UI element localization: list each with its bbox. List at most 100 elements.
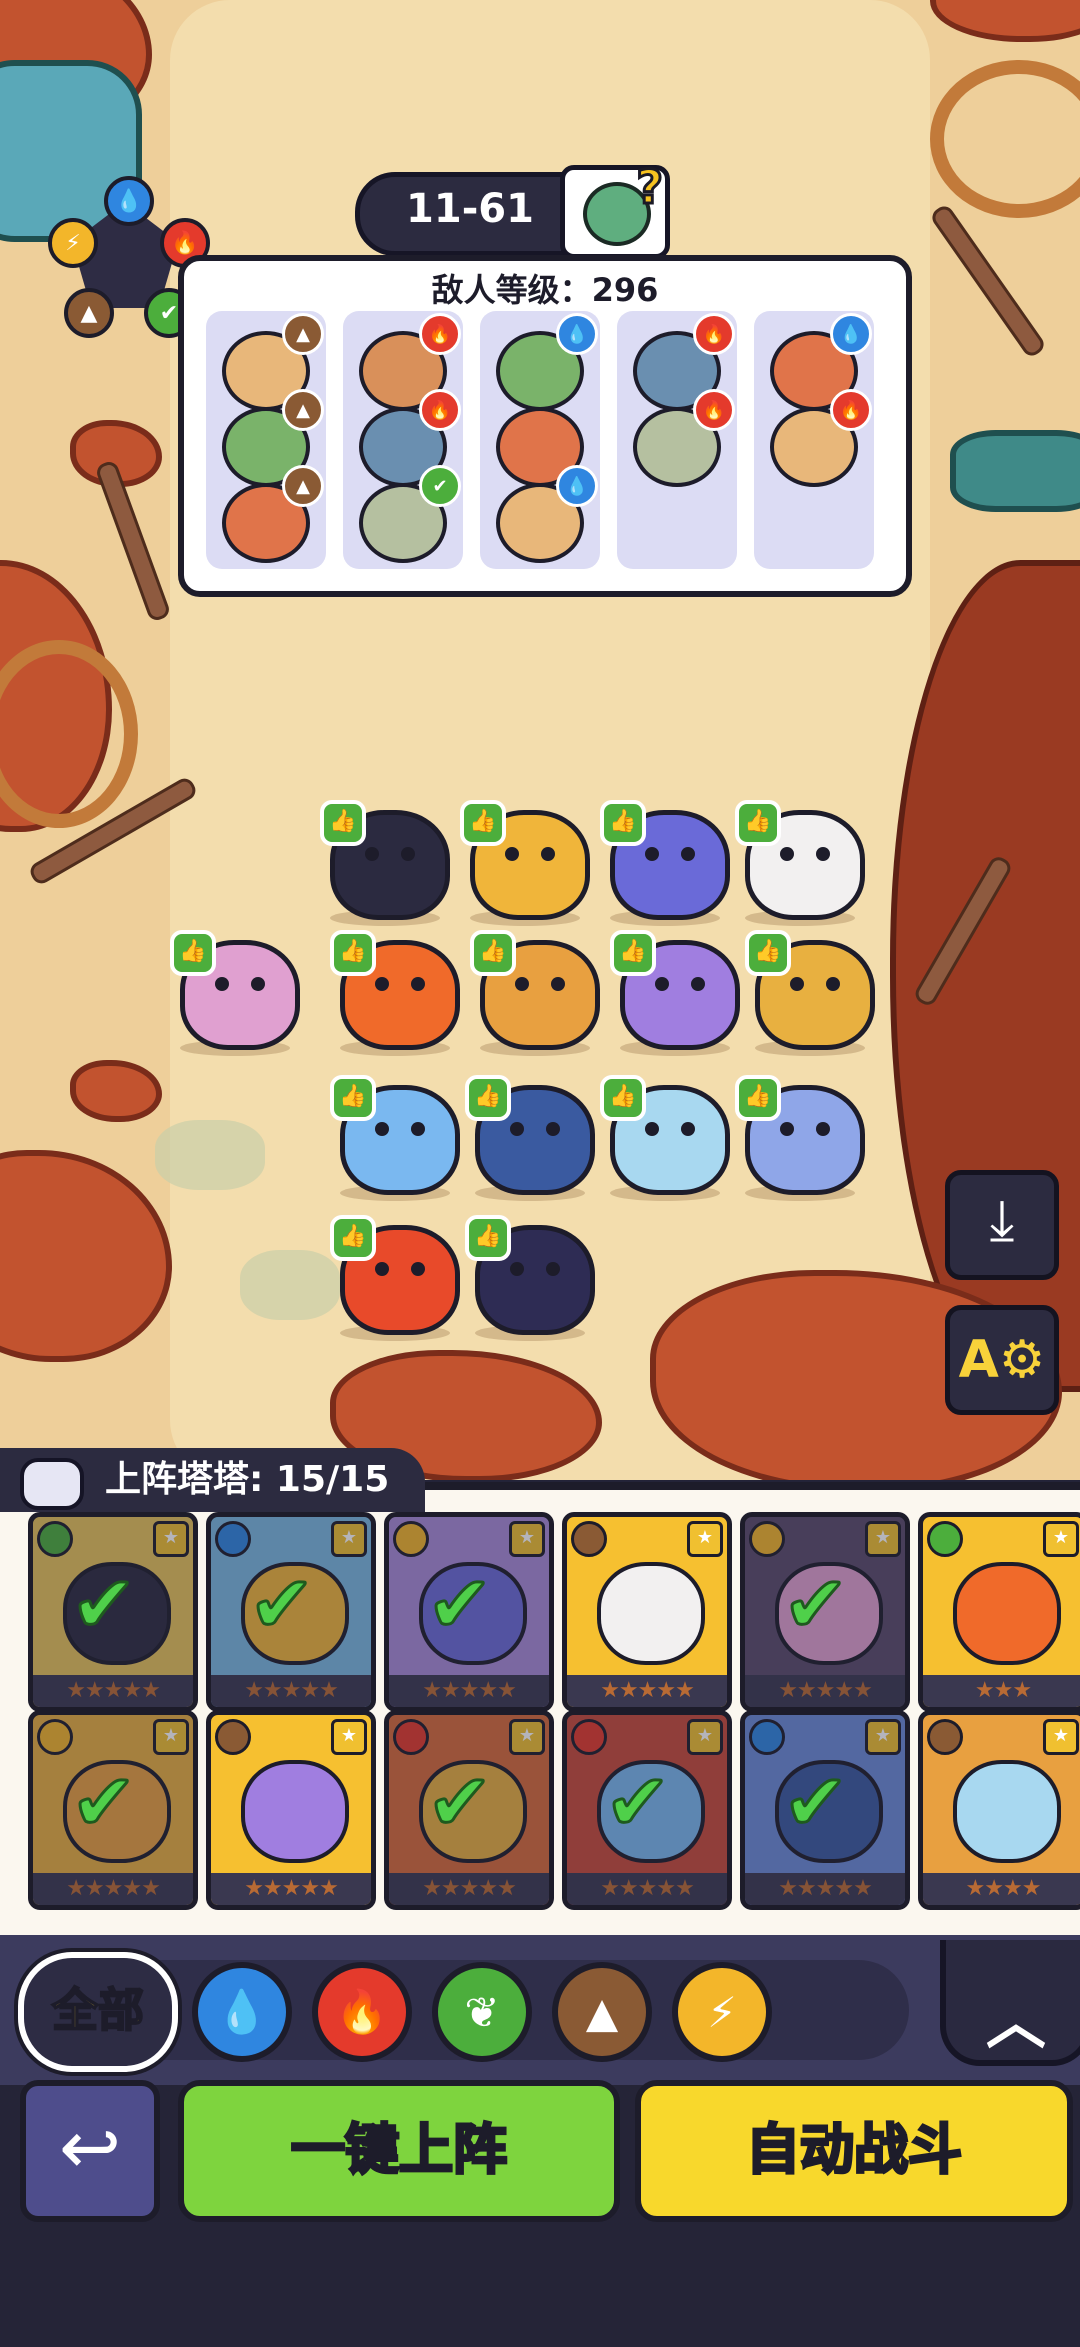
thumbs-up-icon: 👍: [320, 800, 366, 846]
star-icon: ★: [865, 1719, 901, 1755]
thumbs-up-icon: 👍: [465, 1075, 511, 1121]
thumbs-up-icon: 👍: [465, 1215, 511, 1261]
teal-rock: [950, 430, 1080, 512]
water-icon: 💧: [104, 176, 154, 226]
star-icon: ★: [687, 1521, 723, 1557]
roster-panel: ★ ★★★★★ ✔ ★ ★★★★★ ✔ ★ ★★★★★ ✔ ★ ★★★★★ ★ ★★★★★ ✔ ★ ★★★ ★ ★…: [0, 1482, 1080, 1940]
filter-water-button[interactable]: 💧: [192, 1962, 292, 2062]
hero-eye: [411, 1262, 425, 1276]
star-rating: ★★★★★: [211, 1675, 371, 1707]
earth-icon: ▲: [282, 465, 324, 507]
back-button[interactable]: ↩: [20, 2080, 160, 2222]
hero-eye: [411, 977, 425, 991]
hero-card[interactable]: ★ ★★★★★ ✔: [740, 1710, 910, 1910]
rope: [0, 640, 138, 828]
hero-eye: [645, 847, 659, 861]
earth-icon: ▲: [282, 389, 324, 431]
star-icon: ★: [865, 1521, 901, 1557]
hero-card[interactable]: ★ ★★★★★ ✔: [384, 1710, 554, 1910]
enemy-level: 敌人等级：296: [431, 271, 659, 309]
earth-icon: ▲: [585, 1987, 619, 2037]
hero-eye: [546, 1262, 560, 1276]
thumbs-up-icon: 👍: [470, 930, 516, 976]
star-icon: ★: [509, 1719, 545, 1755]
fire-icon: 🔥: [419, 313, 461, 355]
star-rating: ★★★★★: [567, 1873, 727, 1905]
hero-eye: [681, 847, 695, 861]
hero-eye: [645, 1122, 659, 1136]
cat-icon: [20, 1458, 84, 1510]
lightning-icon: ⚡: [707, 1987, 737, 2037]
hero-eye: [510, 1122, 524, 1136]
moss-stone: [155, 1120, 265, 1190]
hero-card[interactable]: ★ ★★★★★ ✔: [206, 1512, 376, 1712]
auto-gear-icon: A⚙: [958, 1330, 1046, 1390]
hero-card[interactable]: ★ ★★★★★: [206, 1710, 376, 1910]
checkmark-icon: ✔: [247, 1560, 315, 1650]
filter-lightning-button[interactable]: ⚡: [672, 1962, 772, 2062]
hero-eye: [411, 1122, 425, 1136]
checkmark-icon: ✔: [603, 1758, 671, 1848]
chevron-up-icon: ︿: [986, 1988, 1046, 2058]
leaf-icon: ❦: [464, 1987, 500, 2037]
rock: [0, 1150, 172, 1362]
hero-eye: [655, 977, 669, 991]
thumbs-up-icon: 👍: [735, 800, 781, 846]
deployed-counter: 上阵塔塔: 15/15: [105, 1459, 390, 1500]
hero-eye: [515, 977, 529, 991]
hero-eye: [375, 1262, 389, 1276]
star-rating: ★★★★★: [389, 1873, 549, 1905]
question-icon: ?: [635, 159, 665, 216]
hero-card[interactable]: ★ ★★★★★: [562, 1512, 732, 1712]
water-icon: 💧: [556, 313, 598, 355]
star-rating: ★★★: [923, 1675, 1080, 1707]
hero-eye: [505, 847, 519, 861]
earth-icon: [927, 1719, 963, 1755]
hero-portrait: [597, 1562, 705, 1665]
download-button[interactable]: ⤓: [945, 1170, 1059, 1280]
hero-card[interactable]: ★ ★★★★★ ✔: [28, 1512, 198, 1712]
hero-eye: [790, 977, 804, 991]
hero-card[interactable]: ★ ★★★: [918, 1512, 1080, 1712]
fire-icon: 🔥: [693, 313, 735, 355]
checkmark-icon: ✔: [781, 1560, 849, 1650]
hero-eye: [826, 977, 840, 991]
enemy-column: 🔥 🔥: [617, 311, 737, 569]
lightning-icon: [37, 1719, 73, 1755]
hero-card[interactable]: ★ ★★★★★ ✔: [384, 1512, 554, 1712]
enemy-column: ▲ ▲ ▲: [206, 311, 326, 569]
filter-leaf-button[interactable]: ❦: [432, 1962, 532, 2062]
download-icon: ⤓: [989, 1188, 1015, 1253]
hero-eye: [365, 847, 379, 861]
star-icon: ★: [1043, 1719, 1079, 1755]
rope: [930, 60, 1080, 218]
earth-icon: [215, 1719, 251, 1755]
fire-icon: 🔥: [693, 389, 735, 431]
star-icon: ★: [331, 1521, 367, 1557]
hero-card[interactable]: ★ ★★★★★ ✔: [28, 1710, 198, 1910]
hero-card[interactable]: ★ ★★★★★ ✔: [740, 1512, 910, 1712]
hero-portrait: [953, 1760, 1061, 1863]
filter-fire-button[interactable]: 🔥: [312, 1962, 412, 2062]
filter-earth-button[interactable]: ▲: [552, 1962, 652, 2062]
water-icon: [215, 1521, 251, 1557]
expand-button[interactable]: ︿: [940, 1940, 1080, 2066]
hero-card[interactable]: ★ ★★★★: [918, 1710, 1080, 1910]
enemy-panel: 敌人等级：296 ▲ ▲ ▲ 🔥 🔥 ✔ 💧 💧 🔥 🔥 💧 🔥: [178, 255, 912, 597]
checkmark-icon: ✔: [781, 1758, 849, 1848]
enemy-info-button[interactable]: ?: [560, 159, 670, 259]
auto-settings-button[interactable]: A⚙: [945, 1305, 1059, 1415]
star-rating: ★★★★★: [33, 1675, 193, 1707]
hero-eye: [541, 847, 555, 861]
thumbs-up-icon: 👍: [745, 930, 791, 976]
fire-icon: 🔥: [830, 389, 872, 431]
hero-card[interactable]: ★ ★★★★★ ✔: [562, 1710, 732, 1910]
pebble: [70, 1060, 162, 1122]
water-icon: 💧: [830, 313, 872, 355]
hero-eye: [251, 977, 265, 991]
water-icon: 💧: [556, 465, 598, 507]
star-rating: ★★★★★: [33, 1873, 193, 1905]
enemy-column: 💧 🔥: [754, 311, 874, 569]
hero-eye: [215, 977, 229, 991]
enemy-column: 🔥 🔥 ✔: [343, 311, 463, 569]
